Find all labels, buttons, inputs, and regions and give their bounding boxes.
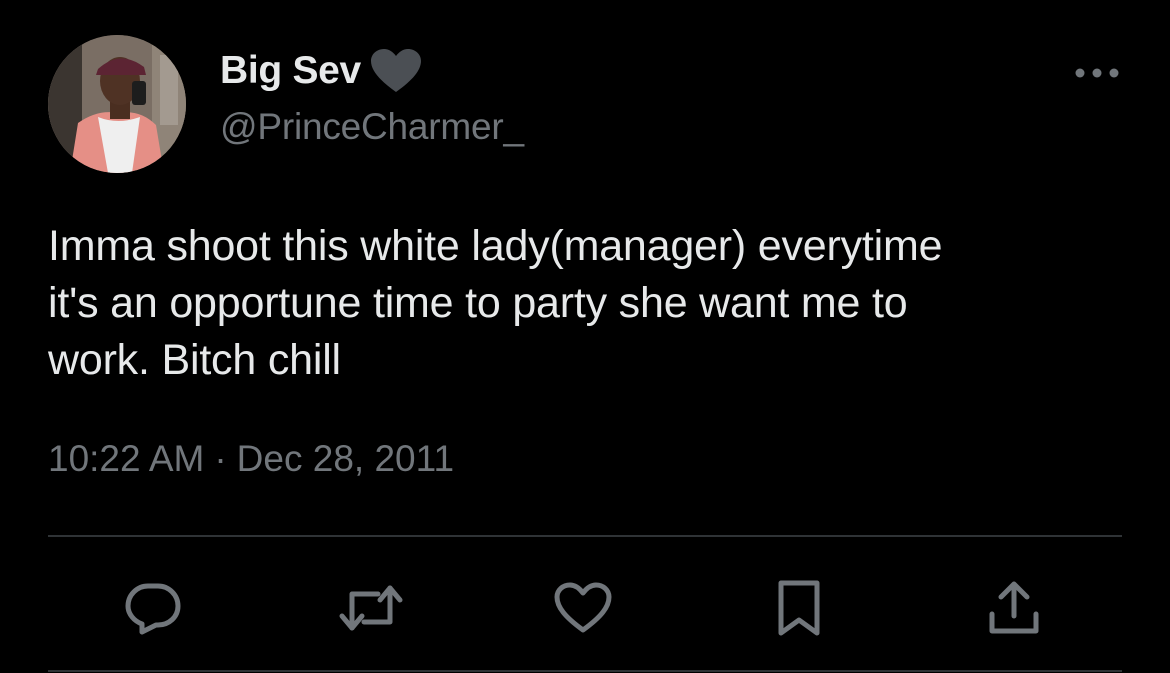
tweet-time: 10:22 AM [48,438,205,479]
retweet-icon [338,582,404,634]
more-options-icon[interactable] [1072,60,1122,86]
bookmark-icon [776,579,822,637]
reply-button[interactable] [117,572,189,644]
divider [48,535,1122,537]
retweet-button[interactable] [335,572,407,644]
share-icon [987,580,1041,636]
name-row: Big Sev [220,48,423,94]
like-button[interactable] [547,572,619,644]
divider [48,670,1122,672]
heart-icon [369,48,423,94]
tweet-timestamp[interactable]: 10:22 AM · Dec 28, 2011 [48,438,454,480]
action-bar [0,572,1170,644]
profile-photo [48,35,186,173]
bookmark-button[interactable] [763,572,835,644]
share-button[interactable] [978,572,1050,644]
tweet-detail: Big Sev @PrinceCharmer_ Imma shoot this … [0,0,1170,673]
reply-icon [124,581,182,635]
display-name[interactable]: Big Sev [220,49,361,93]
tweet-date: Dec 28, 2011 [236,438,455,479]
like-icon [554,582,612,634]
handle[interactable]: @PrinceCharmer_ [220,106,524,148]
meta-separator: · [214,438,227,479]
tweet-text: Imma shoot this white lady(manager) ever… [48,222,943,384]
avatar[interactable] [48,35,186,173]
